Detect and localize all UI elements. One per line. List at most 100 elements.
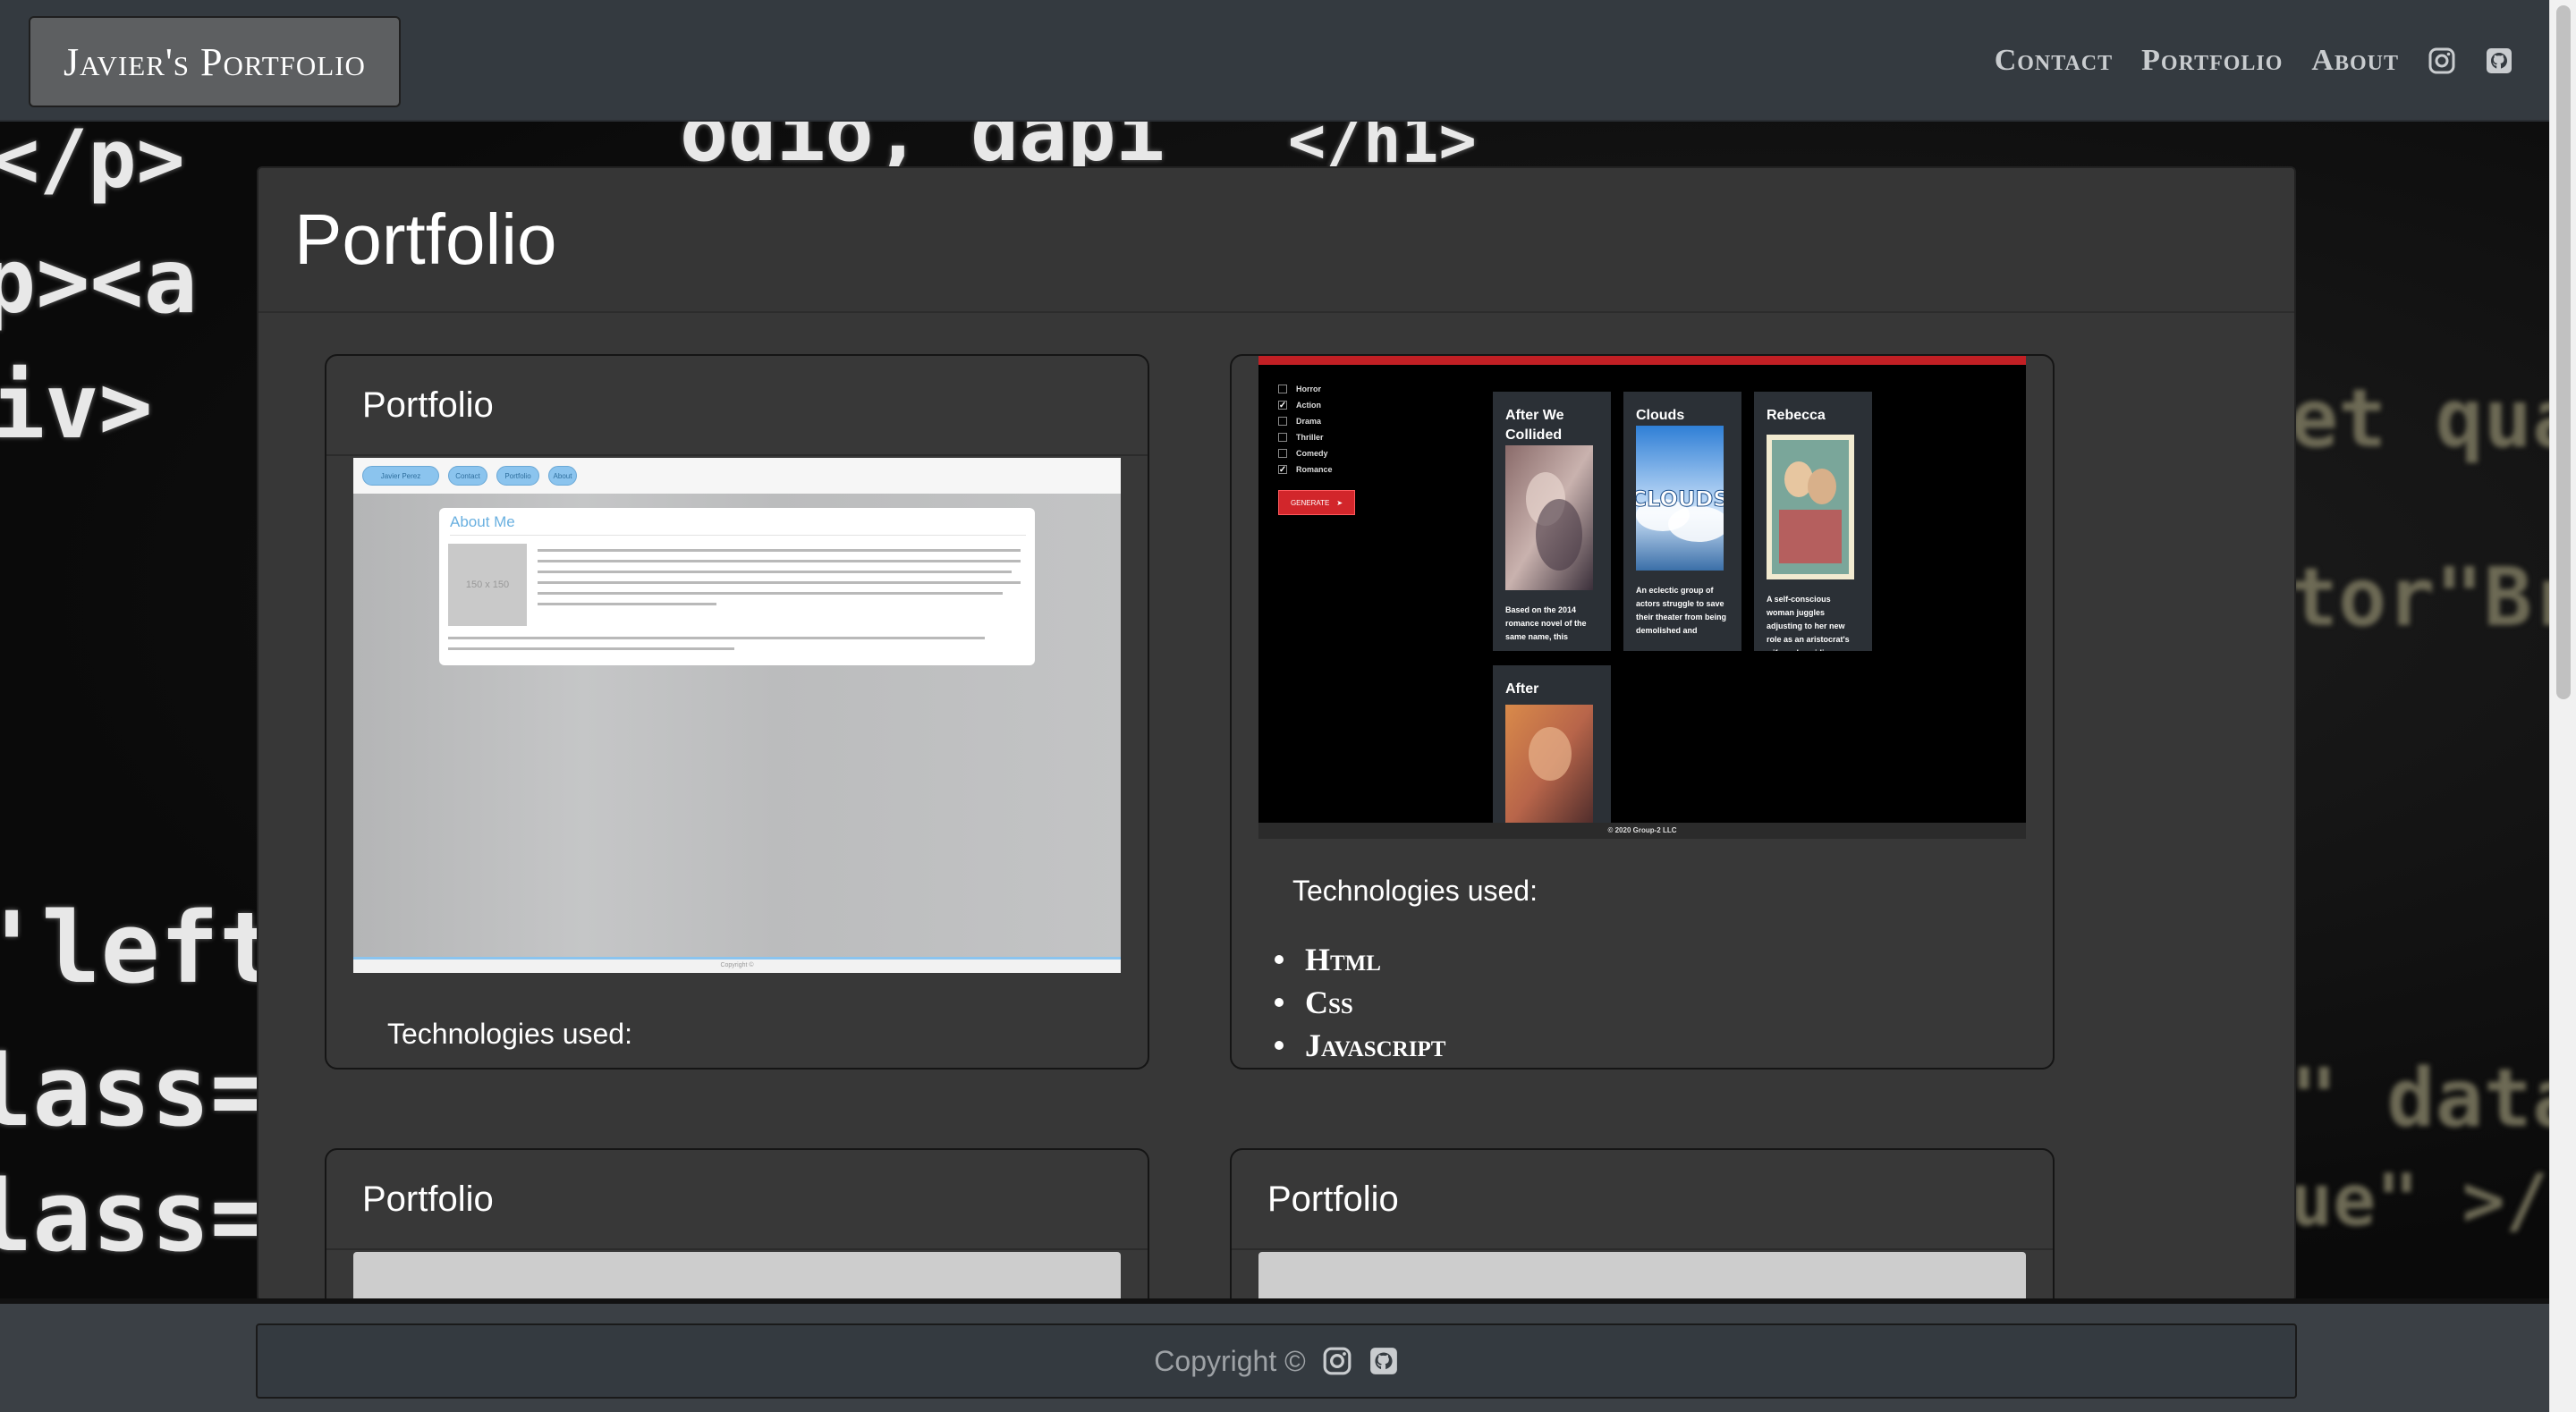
genre-label: Horror	[1296, 385, 1322, 393]
technologies-list: Html Css Javascript	[1232, 938, 1538, 1067]
technologies-label: Technologies used:	[1292, 875, 1538, 907]
page-title: Portfolio	[294, 199, 557, 279]
text-line	[538, 560, 1021, 562]
movie-description: A self-conscious woman juggles adjusting…	[1767, 595, 1850, 651]
footer: Copyright ©	[256, 1323, 2297, 1399]
instagram-icon[interactable]	[1322, 1346, 1352, 1376]
brand-button[interactable]: Javier's Portfolio	[29, 16, 401, 107]
screenshot-footer: © 2020 Group-2 LLC	[1258, 823, 2026, 839]
github-icon[interactable]	[2485, 47, 2513, 75]
movie-title: After We Collided	[1505, 408, 1564, 443]
code-fragment: </p>	[0, 122, 185, 207]
genre-option: Thriller	[1278, 429, 1333, 445]
genre-option: ✓ Action	[1278, 397, 1333, 413]
checkbox	[1278, 385, 1287, 393]
card-header: Portfolio	[326, 356, 1148, 456]
code-fragment: " data-g	[2290, 1052, 2549, 1146]
movie-poster-image	[1505, 705, 1593, 830]
screenshot-nav: Javier Perez Contact Portfolio About	[353, 458, 1121, 494]
nav-links: Contact Portfolio About	[1995, 36, 2513, 86]
screenshot-pill: Contact	[448, 466, 487, 486]
screenshot-thumbnail: 150 x 150	[448, 544, 527, 626]
nav-link-contact[interactable]: Contact	[1995, 44, 2113, 78]
code-fragment: ue" >/s	[2290, 1159, 2549, 1242]
screenshot-about-title: About Me	[450, 513, 515, 530]
arrow-right-icon: ➤	[1336, 498, 1343, 507]
genre-label: Thriller	[1296, 433, 1324, 442]
technology-item: Css	[1232, 981, 1538, 1024]
project-card: Portfolio Javier Perez Contact Portfolio…	[325, 354, 1149, 1070]
checkbox	[1278, 417, 1287, 426]
text-line	[538, 592, 1003, 595]
code-fragment: tor"Broad	[2290, 551, 2549, 645]
project-screenshot[interactable]	[353, 1252, 1121, 1300]
movie-description: An eclectic group of actors struggle to …	[1636, 586, 1727, 635]
code-fragment: p><a	[0, 229, 198, 334]
code-fragment: lass=	[0, 1034, 270, 1148]
checkbox-checked: ✓	[1278, 464, 1287, 475]
genre-option: Horror	[1278, 381, 1333, 397]
technology-item: Html	[1232, 938, 1538, 981]
scrollbar[interactable]	[2549, 0, 2576, 1412]
screenshot-pill: Javier Perez	[362, 466, 439, 486]
text-line	[538, 581, 1021, 584]
genre-label: Drama	[1296, 417, 1322, 426]
genre-option: Comedy	[1278, 445, 1333, 461]
movie-card: After	[1493, 665, 1611, 839]
checkbox	[1278, 449, 1287, 458]
technologies-section: Technologies used:	[387, 1018, 632, 1051]
screenshot-pill: Portfolio	[496, 466, 539, 486]
project-screenshot[interactable]: Horror ✓ Action Drama Thriller Comedy ✓ Ro…	[1258, 356, 2026, 839]
text-line	[448, 637, 985, 639]
nav-link-about[interactable]: About	[2311, 44, 2399, 78]
card-header: Portfolio	[1232, 1150, 2053, 1250]
card-header: Portfolio	[326, 1150, 1148, 1250]
text-line	[538, 549, 1021, 552]
project-screenshot[interactable]: Javier Perez Contact Portfolio About Abo…	[353, 458, 1121, 973]
panel-header: Portfolio	[258, 168, 2294, 313]
code-fragment: 'left	[0, 891, 279, 1005]
screenshot-about-card: About Me 150 x 150	[439, 508, 1035, 665]
project-card: Horror ✓ Action Drama Thriller Comedy ✓ Ro…	[1230, 354, 2055, 1070]
movie-poster-image	[1505, 445, 1593, 590]
text-line	[538, 603, 716, 605]
movie-card: After We Collided Based on the 2014 roma…	[1493, 392, 1611, 651]
text-line	[448, 647, 734, 650]
genre-option: ✓ Romance	[1278, 461, 1333, 478]
poster-text: CLOUDS	[1636, 486, 1724, 512]
screenshot-footer: Copyright ©	[353, 957, 1121, 973]
project-card: Portfolio	[1230, 1148, 2055, 1300]
movie-title: Clouds	[1636, 408, 1685, 423]
technology-item: Javascript	[1232, 1024, 1538, 1067]
technologies-label: Technologies used:	[387, 1018, 632, 1050]
technologies-section: Technologies used: Html Css Javascript	[1292, 875, 1538, 1067]
genre-label: Comedy	[1296, 449, 1328, 458]
navbar: Javier's Portfolio Contact Portfolio Abo…	[0, 0, 2549, 122]
genre-option: Drama	[1278, 413, 1333, 429]
project-card: Portfolio	[325, 1148, 1149, 1300]
movie-poster-image	[1767, 435, 1854, 579]
movie-title: After	[1505, 681, 1539, 697]
portfolio-panel: Portfolio Portfolio Javier Perez Contact…	[257, 166, 2296, 1302]
generate-button: GENERATE ➤	[1278, 490, 1355, 515]
movie-card: Rebecca A self-conscious woman juggles a…	[1754, 392, 1872, 651]
movie-title: Rebecca	[1767, 408, 1826, 423]
movie-card: Clouds CLOUDS An eclectic group of actor…	[1623, 392, 1741, 651]
nav-link-portfolio[interactable]: Portfolio	[2141, 44, 2283, 78]
instagram-icon[interactable]	[2428, 47, 2456, 75]
movie-description: Based on the 2014 romance novel of the s…	[1505, 605, 1587, 641]
code-fragment: lass=	[0, 1159, 270, 1273]
code-fragment: iv>	[0, 354, 153, 459]
divider	[450, 535, 1026, 536]
text-line	[538, 571, 1012, 573]
generate-label: GENERATE	[1290, 498, 1330, 507]
scrollbar-thumb[interactable]	[2556, 5, 2571, 699]
genre-label: Romance	[1296, 465, 1333, 474]
project-screenshot[interactable]	[1258, 1252, 2026, 1300]
screenshot-pill: About	[548, 466, 577, 486]
checkbox-checked: ✓	[1278, 400, 1287, 410]
movie-poster-image: CLOUDS	[1631, 426, 1729, 571]
copyright-text: Copyright ©	[1154, 1344, 1306, 1377]
github-icon[interactable]	[1368, 1346, 1399, 1376]
screenshot-top-bar	[1258, 356, 2026, 365]
